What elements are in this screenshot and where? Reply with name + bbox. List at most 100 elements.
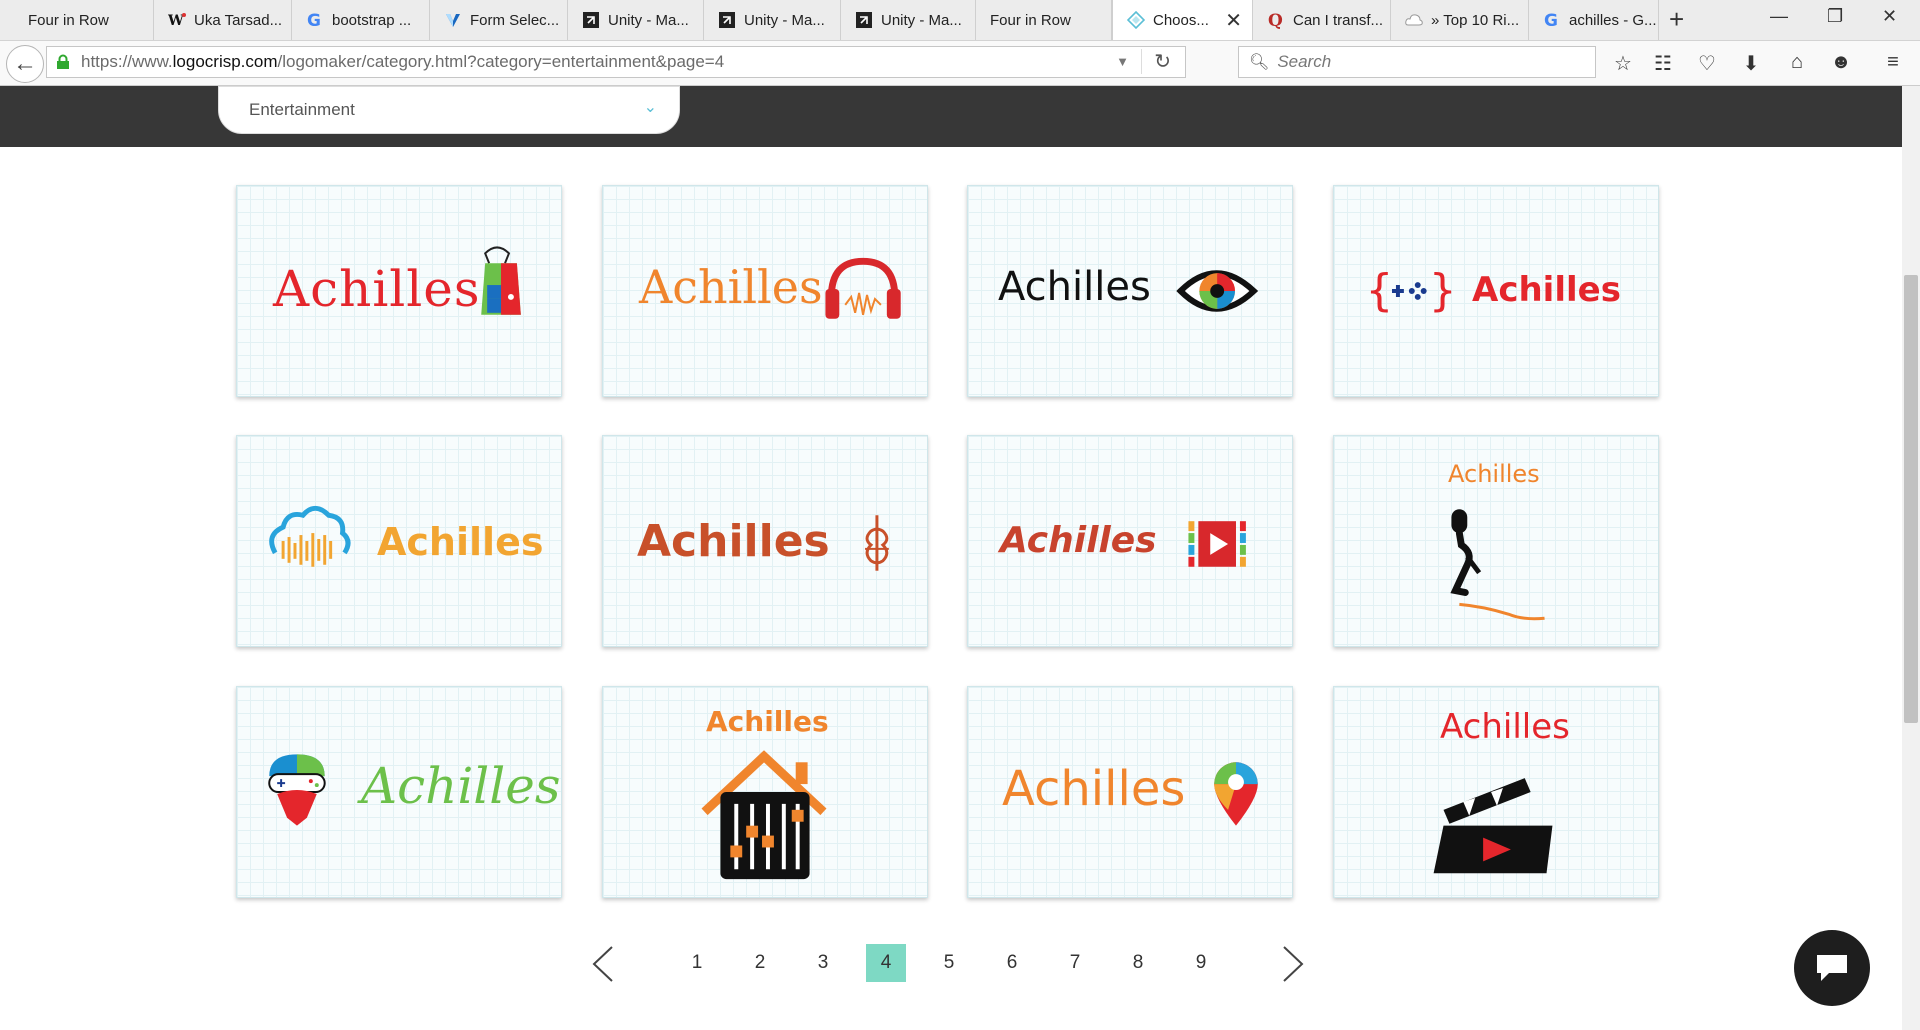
quora-icon: Q	[1267, 11, 1285, 31]
page-link-current[interactable]: 4	[866, 944, 906, 982]
tab-label: Unity - Ma...	[744, 11, 825, 29]
logo-card[interactable]: Achilles	[1333, 435, 1659, 647]
download-icon[interactable]: ⬇	[1738, 51, 1764, 76]
tab[interactable]: Q Can I transf...	[1253, 0, 1391, 40]
logo-card[interactable]: Achilles	[967, 435, 1293, 647]
smiley-icon[interactable]: ☻	[1828, 51, 1854, 74]
minimize-button[interactable]: —	[1770, 6, 1788, 27]
url-bar[interactable]: https://www.logocrisp.com/logomaker/cate…	[46, 46, 1186, 78]
microphone-singer-icon	[1450, 509, 1545, 621]
svg-text:{: {	[1366, 266, 1392, 316]
reading-list-icon[interactable]: ☷	[1650, 51, 1676, 76]
music-house-mixer-icon	[701, 750, 827, 880]
tab-label: Form Selec...	[470, 11, 560, 29]
page-link-1[interactable]: 1	[677, 944, 717, 982]
chevron-left-icon[interactable]	[590, 944, 616, 984]
google-icon: G	[1543, 11, 1561, 31]
reload-icon[interactable]: ↻	[1141, 49, 1171, 74]
tab-label: Four in Row	[28, 11, 109, 29]
page-link-2[interactable]: 2	[740, 944, 780, 982]
logo-card[interactable]: Achilles	[236, 185, 562, 397]
chevron-right-icon[interactable]	[1280, 944, 1306, 984]
svg-text:G: G	[307, 11, 321, 29]
cloud-soundwave-icon	[269, 505, 351, 567]
logo-card[interactable]: Achilles	[236, 435, 562, 647]
page-link-3[interactable]: 3	[803, 944, 843, 982]
chat-widget-button[interactable]	[1794, 930, 1870, 1006]
color-pin-icon	[1214, 762, 1258, 826]
tab-label: bootstrap ...	[332, 11, 412, 29]
search-input[interactable]: 🔍︎ Search	[1238, 46, 1596, 78]
tab[interactable]: G achilles - G...	[1529, 0, 1659, 40]
page-link-5[interactable]: 5	[929, 944, 969, 982]
back-button[interactable]: ←	[6, 45, 44, 83]
category-select[interactable]: Entertainment ⌄	[218, 86, 680, 134]
gamepad-braces-icon: { }	[1366, 266, 1456, 316]
eye-icon	[1176, 270, 1259, 312]
tab-label: Can I transf...	[1293, 11, 1384, 29]
svg-text:G: G	[1544, 11, 1558, 29]
tab[interactable]: Four in Row	[976, 0, 1112, 40]
close-window-button[interactable]: ✕	[1882, 6, 1897, 27]
unity-icon	[718, 11, 736, 29]
logo-card[interactable]: Achilles	[236, 686, 562, 898]
menu-icon[interactable]: ≡	[1880, 51, 1906, 74]
vuetify-icon	[444, 11, 462, 29]
tab[interactable]: Unity - Ma...	[841, 0, 976, 40]
search-icon: 🔍︎	[1249, 54, 1270, 71]
violin-icon	[865, 515, 889, 571]
url-dropdown-icon[interactable]: ▼	[1116, 54, 1129, 69]
home-icon[interactable]: ⌂	[1784, 51, 1810, 74]
clapperboard-icon	[1433, 778, 1553, 874]
gamer-head-icon	[268, 754, 326, 826]
page-link-6[interactable]: 6	[992, 944, 1032, 982]
tab[interactable]: Unity - Ma...	[704, 0, 841, 40]
video-play-icon	[1188, 521, 1246, 567]
tab[interactable]: Form Selec...	[430, 0, 568, 40]
logo-card[interactable]: Achilles	[967, 686, 1293, 898]
shopping-bag-game-icon	[481, 246, 521, 315]
tab-label: Four in Row	[990, 11, 1071, 29]
chat-bubble-icon	[1817, 955, 1847, 981]
restore-button[interactable]: ❐	[1827, 6, 1843, 27]
logo-card[interactable]: Achilles	[967, 185, 1293, 397]
bookmark-star-icon[interactable]: ☆	[1610, 51, 1636, 76]
logo-card[interactable]: Achilles	[602, 435, 928, 647]
tab[interactable]: Four in Row	[14, 0, 154, 40]
chevron-down-icon: ⌄	[643, 99, 657, 116]
scrollbar-thumb[interactable]	[1904, 275, 1918, 723]
headphones-icon	[825, 257, 901, 319]
svg-text:W: W	[168, 13, 184, 29]
arrow-left-icon: ←	[13, 50, 37, 77]
logo-card[interactable]: Achilles	[602, 185, 928, 397]
page-content: Entertainment ⌄ Achilles Achilles Achill…	[0, 86, 1902, 1030]
logocrisp-icon	[1126, 10, 1146, 30]
logo-card[interactable]: Achilles	[602, 686, 928, 898]
unity-icon	[582, 11, 600, 29]
tab-label: Uka Tarsad...	[194, 11, 283, 29]
tab-label: achilles - G...	[1569, 11, 1657, 29]
tab[interactable]: W Uka Tarsad...	[154, 0, 292, 40]
unity-icon	[855, 11, 873, 29]
page-link-8[interactable]: 8	[1118, 944, 1158, 982]
tab-label: Choos...	[1153, 11, 1209, 29]
wiki-icon: W	[167, 11, 186, 29]
google-icon: G	[306, 11, 324, 31]
tab-active[interactable]: Choos... ✕	[1112, 0, 1253, 40]
tab-label: Unity - Ma...	[608, 11, 689, 29]
page-link-9[interactable]: 9	[1181, 944, 1221, 982]
logo-card[interactable]: Achilles { }	[1333, 185, 1659, 397]
navigation-toolbar: ← https://www.logocrisp.com/logomaker/ca…	[0, 41, 1920, 86]
logo-card[interactable]: Achilles	[1333, 686, 1659, 898]
tab-label: Unity - Ma...	[881, 11, 962, 29]
search-placeholder: Search	[1277, 52, 1332, 71]
tab[interactable]: » Top 10 Ri...	[1391, 0, 1529, 40]
tab[interactable]: Unity - Ma...	[568, 0, 704, 40]
tab-strip: Four in Row W Uka Tarsad... G bootstrap …	[0, 0, 1920, 41]
close-tab-icon[interactable]: ✕	[1225, 8, 1242, 33]
new-tab-button[interactable]: +	[1669, 4, 1684, 35]
tab[interactable]: G bootstrap ...	[292, 0, 430, 40]
page-link-7[interactable]: 7	[1055, 944, 1095, 982]
pocket-icon[interactable]: ♡	[1694, 51, 1720, 76]
svg-text:}: }	[1430, 266, 1456, 316]
